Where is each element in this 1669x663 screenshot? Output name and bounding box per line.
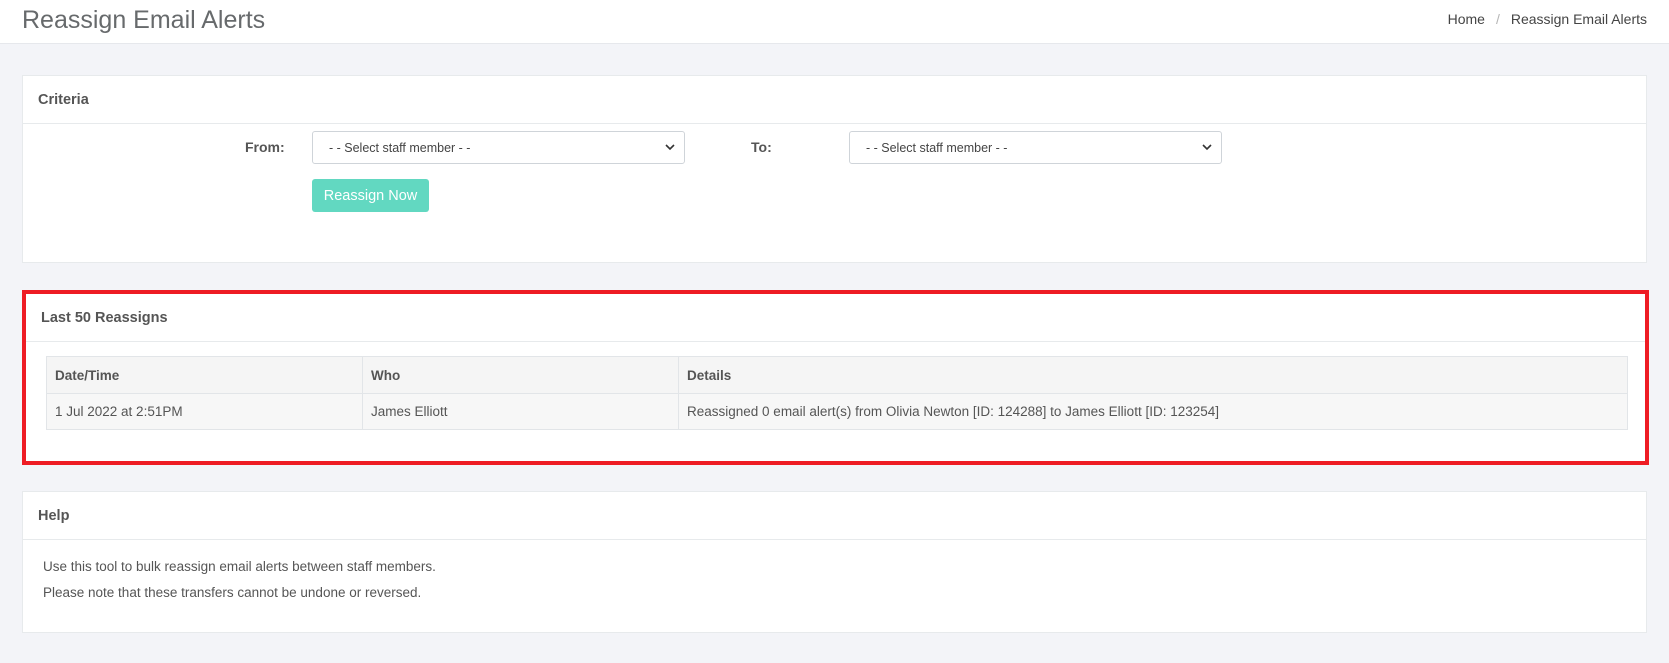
last-reassigns-panel: Last 50 Reassigns Date/Time Who Details … xyxy=(26,294,1645,461)
column-header-datetime: Date/Time xyxy=(46,356,363,394)
from-label: From: xyxy=(245,139,285,155)
help-panel-title: Help xyxy=(23,492,1646,540)
to-staff-select-value: - - Select staff member - - xyxy=(866,140,1008,155)
breadcrumb-home-link[interactable]: Home xyxy=(1448,11,1485,27)
from-staff-select-value: - - Select staff member - - xyxy=(329,140,471,155)
breadcrumb-separator: / xyxy=(1495,11,1500,27)
column-header-who: Who xyxy=(362,356,679,394)
reassigns-table: Date/Time Who Details 1 Jul 2022 at 2:51… xyxy=(46,356,1628,430)
table-header-row: Date/Time Who Details xyxy=(46,356,1628,394)
help-text-line: Please note that these transfers cannot … xyxy=(43,585,422,600)
criteria-panel: Criteria From: - - Select staff member -… xyxy=(22,75,1647,263)
highlight-box: Last 50 Reassigns Date/Time Who Details … xyxy=(22,290,1649,465)
reassign-now-button[interactable]: Reassign Now xyxy=(312,179,429,212)
to-label: To: xyxy=(751,139,772,155)
top-bar: Reassign Email Alerts Home / Reassign Em… xyxy=(0,0,1669,44)
chevron-down-icon xyxy=(1202,144,1212,151)
from-staff-select[interactable]: - - Select staff member - - xyxy=(312,131,685,164)
help-panel: Help Use this tool to bulk reassign emai… xyxy=(22,491,1647,633)
to-staff-select[interactable]: - - Select staff member - - xyxy=(849,131,1222,164)
page-title: Reassign Email Alerts xyxy=(22,6,266,34)
cell-details: Reassigned 0 email alert(s) from Olivia … xyxy=(678,393,1628,430)
table-row: 1 Jul 2022 at 2:51PM James Elliott Reass… xyxy=(46,393,1628,430)
breadcrumb: Home / Reassign Email Alerts xyxy=(1448,11,1647,27)
help-text-line: Use this tool to bulk reassign email ale… xyxy=(43,559,436,574)
criteria-panel-title: Criteria xyxy=(23,76,1646,124)
last-reassigns-title: Last 50 Reassigns xyxy=(26,294,1645,342)
chevron-down-icon xyxy=(665,144,675,151)
cell-who: James Elliott xyxy=(362,393,679,430)
cell-datetime: 1 Jul 2022 at 2:51PM xyxy=(46,393,363,430)
column-header-details: Details xyxy=(678,356,1628,394)
breadcrumb-current: Reassign Email Alerts xyxy=(1510,11,1647,27)
